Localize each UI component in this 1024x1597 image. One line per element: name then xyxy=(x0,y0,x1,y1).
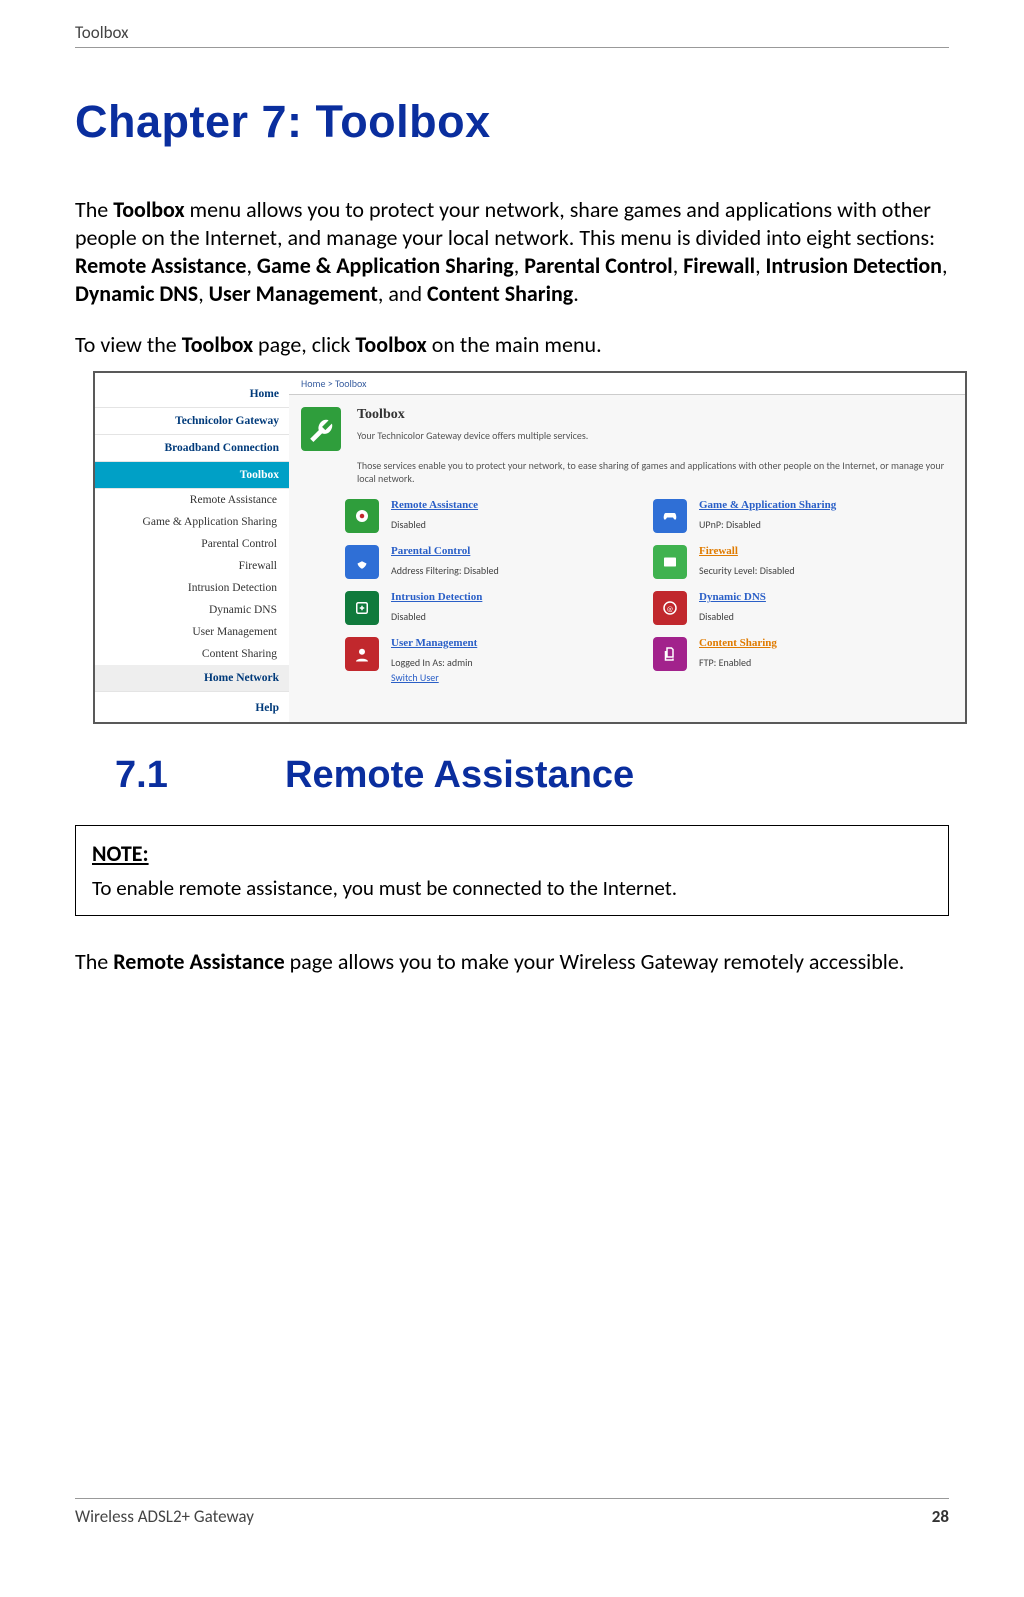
note-body: To enable remote assistance, you must be… xyxy=(92,875,932,901)
text: menu allows you to protect your network,… xyxy=(75,196,935,251)
text: , xyxy=(514,252,524,279)
bold: Content Sharing xyxy=(427,280,573,307)
status-content-sharing: FTP: Enabled xyxy=(699,656,777,669)
text: page allows you to make your Wireless Ga… xyxy=(285,948,905,975)
status-user-management: Logged In As: admin xyxy=(391,656,477,669)
link-game-app-sharing[interactable]: Game & Application Sharing xyxy=(699,499,836,511)
sidebar-item-intrusion-detection[interactable]: Intrusion Detection xyxy=(95,577,289,599)
text: The xyxy=(75,196,113,223)
sidebar-item-help[interactable]: Help xyxy=(95,692,289,721)
firewall-icon xyxy=(653,545,687,579)
text: . xyxy=(573,280,579,307)
bold: Dynamic DNS xyxy=(75,280,198,307)
dynamic-dns-icon: @ xyxy=(653,591,687,625)
sidebar-item-remote-assistance[interactable]: Remote Assistance xyxy=(95,489,289,511)
intro-paragraph-2: To view the Toolbox page, click Toolbox … xyxy=(75,331,949,359)
remote-assistance-paragraph: The Remote Assistance page allows you to… xyxy=(75,948,949,976)
screenshot-desc: Those services enable you to protect you… xyxy=(289,459,965,491)
status-game-app-sharing: UPnP: Disabled xyxy=(699,518,836,531)
status-dynamic-dns: Disabled xyxy=(699,610,766,623)
intrusion-detection-icon xyxy=(345,591,379,625)
sidebar-item-game-app-sharing[interactable]: Game & Application Sharing xyxy=(95,511,289,533)
screenshot-main: Home > Toolbox Toolbox Your Technicolor … xyxy=(289,373,965,722)
link-intrusion-detection[interactable]: Intrusion Detection xyxy=(391,591,482,603)
screenshot-title: Toolbox xyxy=(357,407,953,423)
note-label: NOTE: xyxy=(92,840,932,867)
footer-product: Wireless ADSL2+ Gateway xyxy=(75,1506,254,1527)
remote-assistance-icon xyxy=(345,499,379,533)
link-parental-control[interactable]: Parental Control xyxy=(391,545,499,557)
section-title: Remote Assistance xyxy=(285,754,634,797)
screenshot-subtitle: Your Technicolor Gateway device offers m… xyxy=(357,429,953,442)
toolbox-screenshot: Home Technicolor Gateway Broadband Conne… xyxy=(93,371,967,724)
content-sharing-icon xyxy=(653,637,687,671)
link-content-sharing[interactable]: Content Sharing xyxy=(699,637,777,649)
bold: Remote Assistance xyxy=(113,948,284,975)
text: , and xyxy=(378,280,427,307)
status-remote-assistance: Disabled xyxy=(391,518,478,531)
section-heading: 7.1 Remote Assistance xyxy=(115,754,949,797)
sidebar-item-firewall[interactable]: Firewall xyxy=(95,555,289,577)
text: , xyxy=(942,252,948,279)
bold: Intrusion Detection xyxy=(766,252,942,279)
bold: Toolbox xyxy=(355,331,426,358)
sidebar-item-toolbox[interactable]: Toolbox xyxy=(95,462,289,489)
status-parental-control: Address Filtering: Disabled xyxy=(391,564,499,577)
text: page, click xyxy=(253,331,355,358)
chapter-title: Chapter 7: Toolbox xyxy=(75,96,949,148)
link-user-management[interactable]: User Management xyxy=(391,637,477,649)
page-number: 28 xyxy=(932,1506,949,1527)
bold: Toolbox xyxy=(182,331,253,358)
sidebar-item-content-sharing[interactable]: Content Sharing xyxy=(95,643,289,665)
link-remote-assistance[interactable]: Remote Assistance xyxy=(391,499,478,511)
parental-control-icon xyxy=(345,545,379,579)
toolbox-icon xyxy=(301,407,341,451)
bold: Toolbox xyxy=(113,196,184,223)
bold: Remote Assistance xyxy=(75,252,246,279)
sidebar-item-user-management[interactable]: User Management xyxy=(95,621,289,643)
link-firewall[interactable]: Firewall xyxy=(699,545,795,557)
breadcrumb: Home > Toolbox xyxy=(289,373,965,395)
text: To view the xyxy=(75,331,182,358)
text: on the main menu. xyxy=(427,331,602,358)
svg-text:@: @ xyxy=(667,605,674,614)
bold: Game & Application Sharing xyxy=(257,252,514,279)
status-firewall: Security Level: Disabled xyxy=(699,564,795,577)
user-management-icon xyxy=(345,637,379,671)
sidebar-item-broadband[interactable]: Broadband Connection xyxy=(95,435,289,462)
text: , xyxy=(673,252,683,279)
text: , xyxy=(755,252,765,279)
link-dynamic-dns[interactable]: Dynamic DNS xyxy=(699,591,766,603)
page: Toolbox Chapter 7: Toolbox The Toolbox m… xyxy=(0,0,1024,1597)
bold: User Management xyxy=(209,280,378,307)
game-sharing-icon xyxy=(653,499,687,533)
link-switch-user[interactable]: Switch User xyxy=(391,671,477,684)
bold: Firewall xyxy=(683,252,755,279)
section-number: 7.1 xyxy=(115,754,285,797)
sidebar-item-gateway[interactable]: Technicolor Gateway xyxy=(95,408,289,435)
note-box: NOTE: To enable remote assistance, you m… xyxy=(75,825,949,916)
status-intrusion-detection: Disabled xyxy=(391,610,482,623)
sidebar: Home Technicolor Gateway Broadband Conne… xyxy=(95,373,289,722)
intro-paragraph-1: The Toolbox menu allows you to protect y… xyxy=(75,196,949,309)
running-head: Toolbox xyxy=(75,22,949,48)
footer: Wireless ADSL2+ Gateway 28 xyxy=(75,1498,949,1527)
sidebar-item-home[interactable]: Home xyxy=(95,381,289,408)
sidebar-item-parental-control[interactable]: Parental Control xyxy=(95,533,289,555)
text: , xyxy=(198,280,208,307)
text: The xyxy=(75,948,113,975)
bold: Parental Control xyxy=(524,252,673,279)
sidebar-item-home-network[interactable]: Home Network xyxy=(95,665,289,692)
text: , xyxy=(246,252,256,279)
sidebar-item-dynamic-dns[interactable]: Dynamic DNS xyxy=(95,599,289,621)
